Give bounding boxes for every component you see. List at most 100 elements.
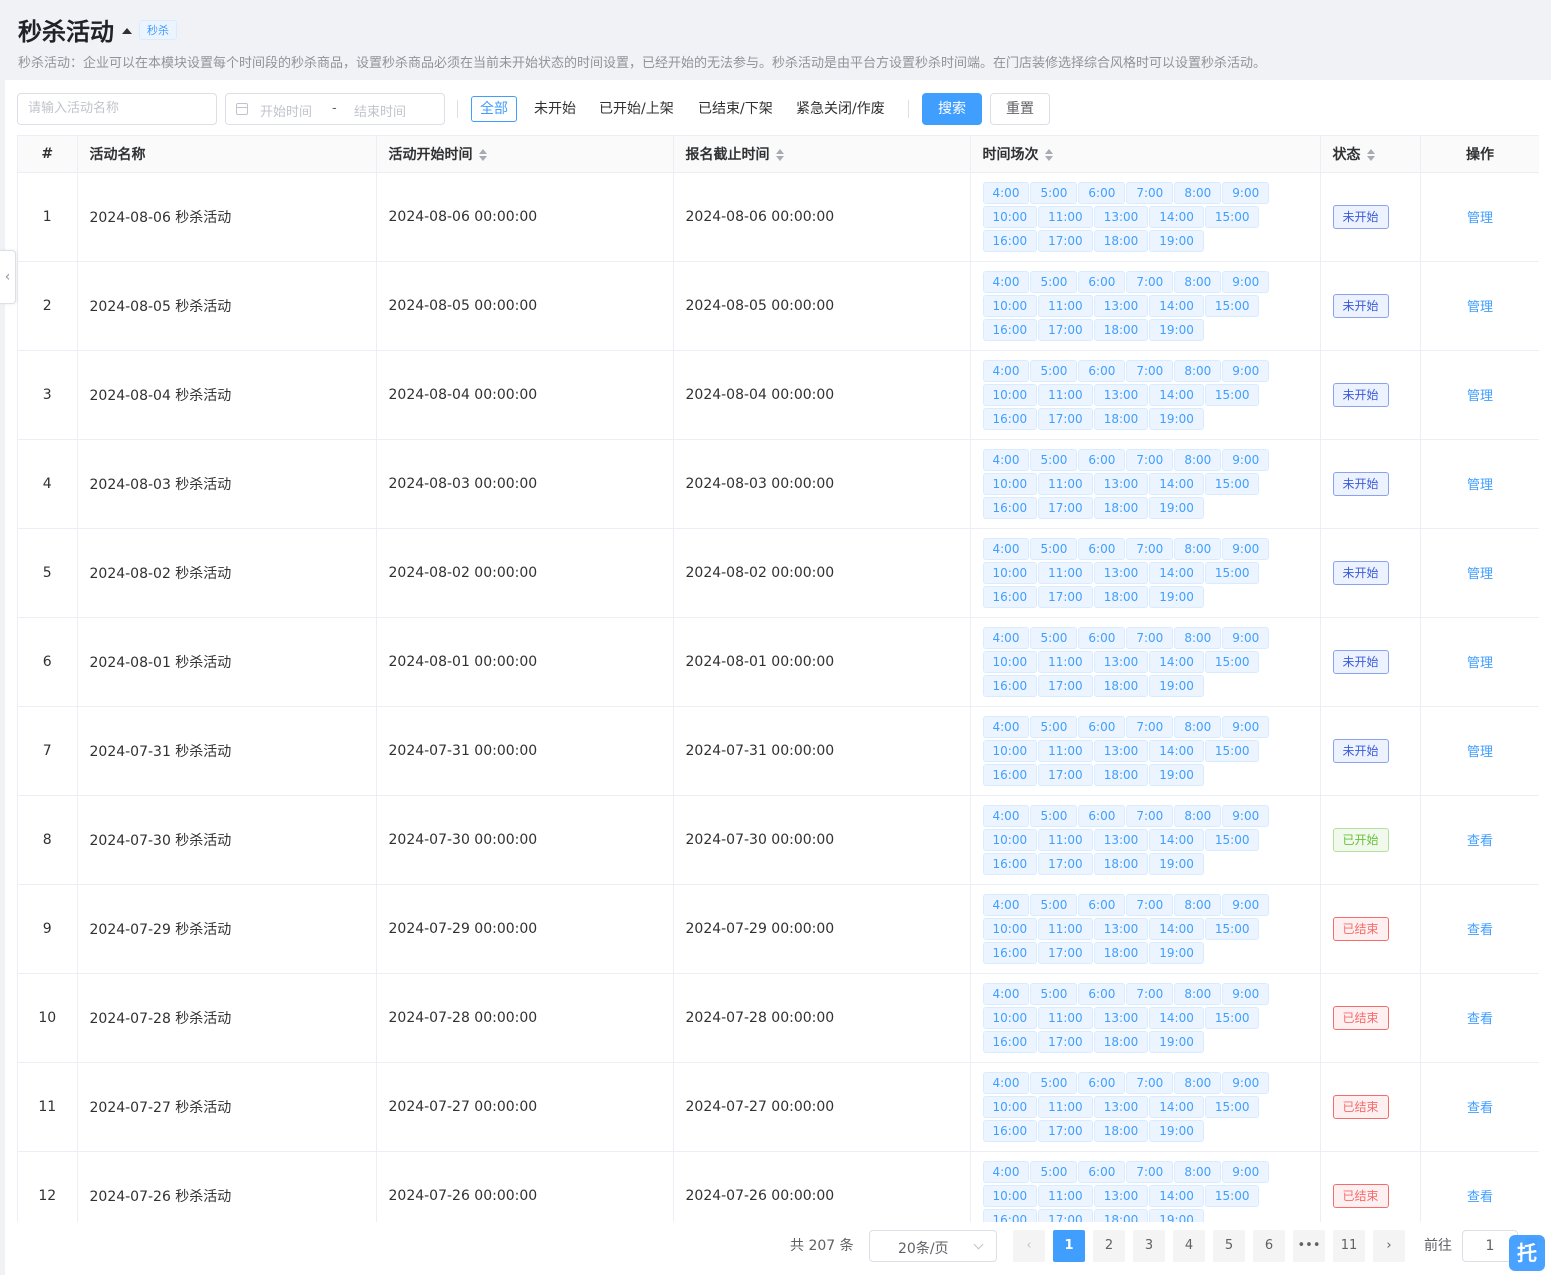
time-slot-tag: 6:00 (1078, 448, 1126, 471)
time-slot-tag: 16:00 (982, 1208, 1038, 1222)
action-cell: 管理 (1420, 261, 1539, 351)
status-cell: 已开始 (1320, 795, 1421, 885)
row-action-link[interactable]: 查看 (1467, 923, 1493, 938)
signup-deadline: 2024-07-30 00:00:00 (673, 795, 971, 885)
page-number-button[interactable]: 2 (1093, 1230, 1125, 1262)
time-slot-tag: 9:00 (1222, 537, 1270, 560)
table-row: 8 2024-07-30 秒杀活动 2024-07-30 00:00:00 20… (18, 795, 1539, 885)
time-slot-tag: 19:00 (1149, 852, 1204, 875)
activity-start-time: 2024-08-05 00:00:00 (376, 261, 674, 351)
date-range-picker[interactable]: 开始时间 - 结束时间 (225, 93, 445, 125)
time-slot-tag: 16:00 (982, 496, 1038, 519)
status-filter-option[interactable]: 全部 (471, 96, 517, 122)
time-slot-tag: 17:00 (1038, 1208, 1093, 1222)
status-cell: 未开始 (1320, 439, 1421, 529)
status-filter-option[interactable]: 已结束/下架 (689, 96, 782, 122)
chevron-left-icon[interactable]: ‹ (1013, 1230, 1045, 1262)
chevron-left-icon[interactable]: ‹ (0, 250, 16, 304)
activity-start-time: 2024-08-04 00:00:00 (376, 350, 674, 440)
action-cell: 管理 (1420, 350, 1539, 440)
time-slot-tag: 7:00 (1126, 715, 1174, 738)
time-slot-tag: 16:00 (982, 674, 1038, 697)
row-action-link[interactable]: 查看 (1467, 1012, 1493, 1027)
time-slot-tag: 8:00 (1174, 270, 1222, 293)
time-slot-tag: 7:00 (1126, 626, 1174, 649)
row-action-link[interactable]: 查看 (1467, 1190, 1493, 1205)
row-action-link[interactable]: 管理 (1467, 656, 1493, 671)
row-index: 3 (18, 350, 78, 440)
time-slot-tag: 19:00 (1149, 229, 1204, 252)
sort-icon[interactable] (1044, 148, 1053, 161)
page-number-button[interactable]: 3 (1133, 1230, 1165, 1262)
column-header-start[interactable]: 活动开始时间 (376, 136, 674, 173)
time-slot-tag: 4:00 (982, 1160, 1030, 1183)
time-slot-tag: 14:00 (1149, 917, 1204, 940)
status-badge: 未开始 (1332, 738, 1389, 763)
page-number-button[interactable]: 5 (1213, 1230, 1245, 1262)
time-slot-tag: 10:00 (982, 917, 1038, 940)
page-number-button[interactable]: 4 (1173, 1230, 1205, 1262)
activity-name-input[interactable]: 请输入活动名称 (17, 93, 217, 125)
column-header-slots[interactable]: 时间场次 (970, 136, 1321, 173)
sort-icon[interactable] (478, 148, 487, 161)
activity-start-time: 2024-07-27 00:00:00 (376, 1062, 674, 1152)
time-slot-tag: 16:00 (982, 1030, 1038, 1053)
table-row: 10 2024-07-28 秒杀活动 2024-07-28 00:00:00 2… (18, 973, 1539, 1063)
column-header-status[interactable]: 状态 (1320, 136, 1421, 173)
row-action-link[interactable]: 管理 (1467, 389, 1493, 404)
time-slot-tag: 4:00 (982, 893, 1030, 916)
row-action-link[interactable]: 管理 (1467, 478, 1493, 493)
row-action-link[interactable]: 查看 (1467, 834, 1493, 849)
status-filter-option[interactable]: 紧急关闭/作废 (787, 96, 894, 122)
page-number-button[interactable]: 11 (1333, 1230, 1365, 1262)
column-header-name: 活动名称 (77, 136, 377, 173)
status-cell: 未开始 (1320, 706, 1421, 796)
start-time-input[interactable]: 开始时间 (260, 101, 312, 120)
caret-up-icon[interactable] (122, 28, 132, 34)
time-slot-tag: 17:00 (1038, 496, 1093, 519)
status-cell: 已结束 (1320, 1062, 1421, 1152)
page-title: 秒杀活动 (18, 18, 114, 46)
time-slots-cell: 4:00 5:00 6:00 7:00 8:00 9:0010:00 11:00 13:00 1… (970, 884, 1321, 974)
time-slot-tag: 6:00 (1078, 1071, 1126, 1094)
time-slot-tag: 18:00 (1093, 496, 1149, 519)
sort-icon[interactable] (775, 148, 784, 161)
chevron-right-icon[interactable]: › (1373, 1230, 1405, 1262)
table-row: 9 2024-07-29 秒杀活动 2024-07-29 00:00:00 20… (18, 884, 1539, 974)
time-slot-tag: 9:00 (1222, 626, 1270, 649)
time-slot-tag: 15:00 (1204, 383, 1260, 406)
page-size-select[interactable]: 20条/页 (869, 1230, 997, 1262)
page-number-button[interactable]: 6 (1253, 1230, 1285, 1262)
activity-table: # 活动名称 活动开始时间 报名截止时间 时间场次 状态 操作 1 2024-0… (17, 135, 1539, 1222)
time-slot-tag: 5:00 (1030, 448, 1078, 471)
time-slot-tag: 14:00 (1149, 472, 1204, 495)
row-action-link[interactable]: 管理 (1467, 300, 1493, 315)
reset-button[interactable]: 重置 (990, 93, 1050, 125)
time-slot-tag: 18:00 (1093, 852, 1149, 875)
end-time-input[interactable]: 结束时间 (354, 101, 406, 120)
search-button[interactable]: 搜索 (922, 93, 982, 125)
sort-icon[interactable] (1366, 148, 1375, 161)
row-action-link[interactable]: 查看 (1467, 1101, 1493, 1116)
time-slot-tag: 16:00 (982, 1119, 1038, 1142)
row-action-link[interactable]: 管理 (1467, 745, 1493, 760)
page-number-button[interactable]: 1 (1053, 1230, 1085, 1262)
time-slots-cell: 4:00 5:00 6:00 7:00 8:00 9:0010:00 11:00 13:00 1… (970, 261, 1321, 351)
time-slot-tag: 17:00 (1038, 674, 1093, 697)
time-slots-cell: 4:00 5:00 6:00 7:00 8:00 9:0010:00 11:00 13:00 1… (970, 617, 1321, 707)
time-slot-tag: 5:00 (1030, 1160, 1078, 1183)
row-action-link[interactable]: 管理 (1467, 567, 1493, 582)
time-slot-tag: 7:00 (1126, 270, 1174, 293)
status-badge: 未开始 (1332, 471, 1389, 496)
time-slot-tag: 6:00 (1078, 1160, 1126, 1183)
status-filter-option[interactable]: 未开始 (525, 96, 585, 122)
row-action-link[interactable]: 管理 (1467, 211, 1493, 226)
more-pages-icon[interactable]: ••• (1293, 1230, 1325, 1262)
time-slot-tag: 15:00 (1204, 828, 1260, 851)
column-header-deadline[interactable]: 报名截止时间 (673, 136, 971, 173)
time-slot-tag: 18:00 (1093, 674, 1149, 697)
time-slot-tag: 19:00 (1149, 1030, 1204, 1053)
float-assistant-button[interactable]: 托 (1509, 1235, 1545, 1271)
status-filter-option[interactable]: 已开始/上架 (590, 96, 683, 122)
action-cell: 管理 (1420, 439, 1539, 529)
